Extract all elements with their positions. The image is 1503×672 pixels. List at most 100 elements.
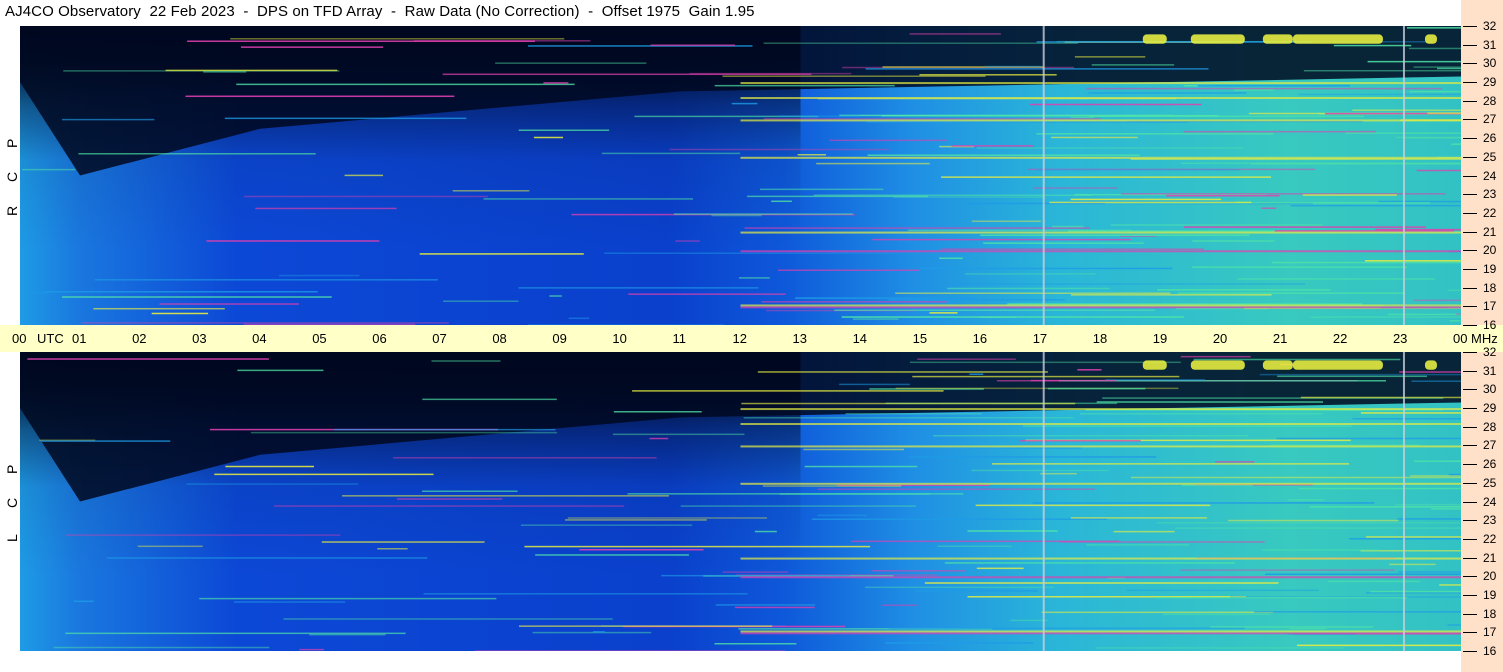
frequency-tick — [1463, 482, 1477, 484]
high-band-burst — [1142, 360, 1167, 370]
signal-band — [944, 562, 1235, 564]
signal-band — [795, 297, 977, 299]
persistent-signal-line — [740, 423, 1461, 426]
frequency-tick-label: 26 — [1483, 131, 1497, 146]
signal-band — [976, 147, 1244, 149]
utc-tick-label: 11 — [672, 331, 686, 346]
signal-band — [283, 618, 613, 620]
signal-band — [1333, 44, 1412, 47]
signal-band — [321, 541, 485, 543]
frequency-tick — [1463, 325, 1477, 326]
signal-band — [761, 301, 948, 303]
signal-band — [888, 627, 1245, 630]
signal-band — [971, 469, 1109, 472]
signal-band — [1051, 225, 1084, 228]
signal-band — [1047, 387, 1146, 390]
frequency-tick-label: 25 — [1483, 475, 1497, 490]
signal-band — [518, 287, 759, 289]
frequency-tick-label: 18 — [1483, 280, 1497, 295]
signal-band — [1427, 112, 1461, 114]
signal-band — [604, 252, 956, 254]
signal-band — [568, 317, 590, 320]
signal-band — [722, 571, 789, 573]
persistent-signal-line — [740, 250, 1461, 253]
signal-band — [714, 84, 895, 87]
signal-band — [715, 604, 816, 606]
signal-band — [1237, 278, 1435, 280]
signal-band — [1032, 502, 1375, 504]
signal-band — [1328, 580, 1421, 583]
high-band-burst — [1262, 34, 1293, 44]
signal-band — [1298, 487, 1461, 490]
frequency-tick-label: 16 — [1483, 644, 1497, 658]
frequency-tick — [1463, 557, 1477, 559]
signal-band — [244, 195, 489, 198]
signal-band — [278, 274, 360, 277]
signal-band — [1449, 320, 1461, 322]
signal-band — [1070, 198, 1222, 201]
signal-band — [747, 195, 928, 198]
frequency-tick-label: 20 — [1483, 569, 1497, 584]
signal-band — [673, 213, 853, 215]
signal-band — [1177, 292, 1405, 294]
persistent-signal-line — [740, 632, 1461, 635]
signal-band — [185, 95, 455, 98]
signal-band — [1370, 590, 1461, 593]
high-band-burst — [1142, 34, 1167, 44]
signal-band — [980, 234, 1250, 236]
signal-band — [592, 631, 605, 633]
frequency-tick-label: 32 — [1483, 19, 1497, 33]
utc-tick-label: 12 — [732, 331, 747, 346]
signal-band — [1403, 137, 1461, 139]
signal-band — [944, 283, 1306, 285]
signal-band — [567, 517, 768, 519]
utc-tick-label: 17 — [1032, 331, 1048, 346]
signal-band — [913, 590, 1038, 592]
signal-band — [1389, 563, 1436, 566]
signal-band — [250, 431, 558, 434]
vertical-marker-line — [1042, 352, 1045, 651]
signal-band — [1408, 47, 1461, 50]
signal-band — [1397, 518, 1461, 520]
signal-band — [225, 465, 314, 468]
signal-band — [1289, 627, 1327, 630]
frequency-tick-label: 21 — [1483, 550, 1497, 565]
rcp-spectrogram-svg — [20, 26, 1461, 325]
signal-band — [1437, 67, 1461, 70]
signal-band — [1089, 115, 1365, 118]
high-band-burst — [1190, 360, 1245, 370]
mhz-unit-label: MHz — [1471, 331, 1498, 346]
signal-band — [763, 42, 1079, 44]
signal-band — [675, 240, 700, 242]
signal-band — [908, 229, 1132, 232]
signal-band — [969, 373, 984, 375]
frequency-tick — [1463, 250, 1477, 252]
signal-band — [255, 207, 397, 210]
signal-band — [1166, 194, 1280, 197]
frequency-tick-label: 20 — [1483, 243, 1497, 258]
vertical-marker-line — [1402, 352, 1405, 651]
signal-band — [1175, 527, 1461, 529]
utc-tick-label: 05 — [312, 331, 327, 346]
signal-band — [483, 198, 694, 200]
signal-band — [1352, 418, 1461, 420]
signal-band — [1303, 69, 1461, 72]
frequency-tick — [1463, 501, 1477, 503]
high-band-burst — [1424, 360, 1437, 370]
signal-band — [937, 545, 1012, 548]
signal-band — [419, 253, 584, 255]
signal-band — [1302, 194, 1397, 196]
frequency-tick-label: 28 — [1483, 93, 1497, 108]
signal-band — [532, 631, 652, 634]
utc-tick-label: 06 — [372, 331, 387, 346]
signal-band — [941, 176, 1272, 178]
signal-band — [475, 650, 786, 651]
signal-band — [519, 625, 773, 627]
utc-tick-label: 20 — [1212, 331, 1228, 346]
signal-band — [669, 148, 890, 151]
signal-band — [61, 118, 155, 121]
signal-band — [628, 293, 786, 295]
signal-band — [413, 40, 591, 42]
utc-tick-label: 07 — [432, 331, 447, 346]
utc-tick-label: 18 — [1092, 331, 1108, 346]
